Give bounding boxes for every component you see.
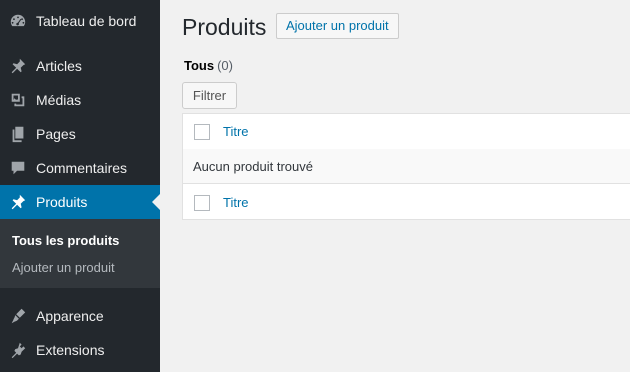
main-content: Produits Ajouter un produit Tous (0) Filt… [160, 0, 630, 372]
products-submenu: Tous les produits Ajouter un produit [0, 219, 160, 288]
menu-item-medias[interactable]: Médias [0, 83, 160, 117]
menu-label: Médias [36, 92, 82, 108]
menu-item-articles[interactable]: Articles [0, 49, 160, 83]
select-all-checkbox-footer[interactable] [194, 194, 210, 211]
views-filter: Tous (0) [184, 58, 233, 73]
column-title-sort-link-footer[interactable]: Titre [223, 195, 249, 210]
menu-label: Apparence [36, 308, 104, 324]
menu-label: Articles [36, 58, 82, 74]
menu-label: Produits [36, 194, 88, 210]
menu-item-dashboard[interactable]: Tableau de bord [0, 4, 160, 38]
add-product-button[interactable]: Ajouter un produit [276, 13, 399, 39]
comments-icon [8, 158, 28, 178]
page-title: Produits [182, 14, 267, 40]
view-all-count: (0) [217, 58, 233, 73]
products-table: Titre Aucun produit trouvé Titre [182, 113, 630, 220]
table-header-row: Titre [183, 114, 630, 150]
menu-item-pages[interactable]: Pages [0, 117, 160, 151]
pages-icon [8, 124, 28, 144]
table-footer-row: Titre [183, 185, 630, 220]
empty-message: Aucun produit trouvé [193, 158, 313, 174]
appearance-icon [8, 306, 28, 326]
filter-button[interactable]: Filtrer [182, 82, 237, 109]
menu-label: Pages [36, 126, 76, 142]
menu-item-appearance[interactable]: Apparence [0, 299, 160, 333]
menu-label: Extensions [36, 342, 105, 358]
submenu-add-product[interactable]: Ajouter un produit [12, 260, 115, 275]
select-all-checkbox[interactable] [194, 123, 210, 140]
submenu-all-products[interactable]: Tous les produits [12, 233, 119, 248]
column-title-sort-link[interactable]: Titre [223, 124, 249, 139]
no-items-row: Aucun produit trouvé [183, 149, 630, 184]
dashboard-icon [8, 11, 28, 31]
pin-icon [8, 192, 28, 212]
plugins-icon [8, 340, 28, 360]
menu-label: Tableau de bord [36, 13, 137, 29]
view-all-link[interactable]: Tous [184, 58, 214, 73]
pin-icon [8, 56, 28, 76]
media-icon [8, 90, 28, 110]
menu-item-products[interactable]: Produits [0, 185, 160, 219]
admin-sidebar: Tableau de bord Articles Médias Pages Co… [0, 0, 160, 372]
menu-label: Commentaires [36, 160, 128, 176]
menu-item-extensions[interactable]: Extensions [0, 333, 160, 367]
menu-item-comments[interactable]: Commentaires [0, 151, 160, 185]
